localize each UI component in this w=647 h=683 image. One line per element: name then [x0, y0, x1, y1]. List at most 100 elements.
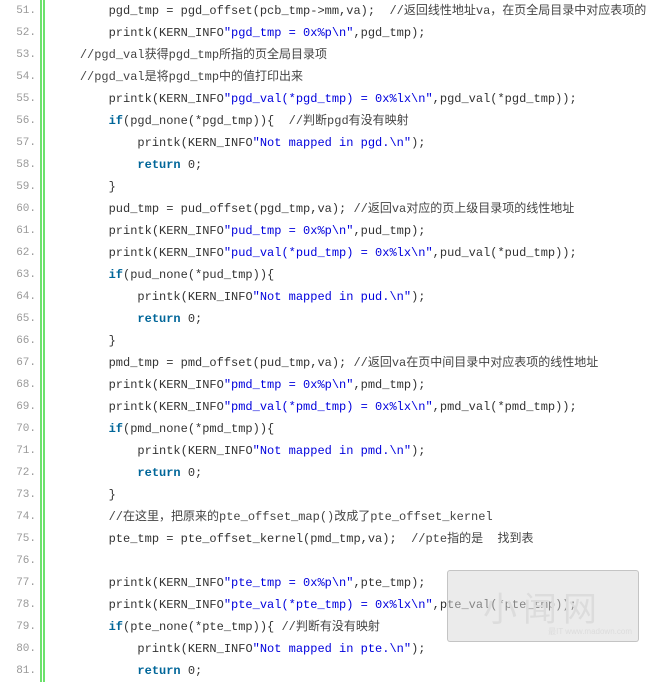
comment-token: //pgd_val获得pgd_tmp所指的页全局目录项 [80, 48, 327, 62]
line-number: 75. [0, 528, 36, 550]
code-line[interactable] [51, 550, 647, 572]
code-line[interactable]: printk(KERN_INFO"Not mapped in pgd.\n"); [51, 132, 647, 154]
line-number: 74. [0, 506, 36, 528]
code-line[interactable]: if(pgd_none(*pgd_tmp)){ //判断pgd有没有映射 [51, 110, 647, 132]
code-line[interactable]: printk(KERN_INFO"pte_tmp = 0x%p\n",pte_t… [51, 572, 647, 594]
code-token: printk(KERN_INFO [109, 224, 224, 238]
code-token: printk(KERN_INFO [109, 246, 224, 260]
code-token: (pgd_none(*pgd_tmp)){ [123, 114, 289, 128]
keyword-token: return [137, 466, 180, 480]
code-line[interactable]: } [51, 484, 647, 506]
keyword-token: if [109, 268, 123, 282]
code-line[interactable]: } [51, 176, 647, 198]
string-token: "Not mapped in pmd.\n" [253, 444, 411, 458]
code-token: ); [411, 444, 425, 458]
code-line[interactable]: printk(KERN_INFO"Not mapped in pmd.\n"); [51, 440, 647, 462]
code-line[interactable]: return 0; [51, 660, 647, 682]
code-line[interactable]: printk(KERN_INFO"pgd_tmp = 0x%p\n",pgd_t… [51, 22, 647, 44]
keyword-token: return [137, 312, 180, 326]
string-token: "Not mapped in pte.\n" [253, 642, 411, 656]
line-number: 64. [0, 286, 36, 308]
line-number: 78. [0, 594, 36, 616]
code-line[interactable]: printk(KERN_INFO"pud_tmp = 0x%p\n",pud_t… [51, 220, 647, 242]
code-token: printk(KERN_INFO [109, 378, 224, 392]
code-token: ,pmd_tmp); [353, 378, 425, 392]
code-token: ,pud_tmp); [353, 224, 425, 238]
code-line[interactable]: if(pte_none(*pte_tmp)){ //判断有没有映射 [51, 616, 647, 638]
code-token: 0; [181, 664, 203, 678]
code-line[interactable]: printk(KERN_INFO"pmd_val(*pmd_tmp) = 0x%… [51, 396, 647, 418]
line-number: 59. [0, 176, 36, 198]
string-token: "pte_val(*pte_tmp) = 0x%lx\n" [224, 598, 433, 612]
string-token: "pud_val(*pud_tmp) = 0x%lx\n" [224, 246, 433, 260]
code-line[interactable]: //pgd_val获得pgd_tmp所指的页全局目录项 [51, 44, 647, 66]
code-token: printk(KERN_INFO [109, 26, 224, 40]
line-number: 77. [0, 572, 36, 594]
line-number: 58. [0, 154, 36, 176]
line-number: 65. [0, 308, 36, 330]
code-line[interactable]: if(pmd_none(*pmd_tmp)){ [51, 418, 647, 440]
string-token: "Not mapped in pud.\n" [253, 290, 411, 304]
string-token: "pud_tmp = 0x%p\n" [224, 224, 354, 238]
string-token: "pmd_val(*pmd_tmp) = 0x%lx\n" [224, 400, 433, 414]
code-token: pgd_tmp = pgd_offset(pcb_tmp->mm,va); [109, 4, 390, 18]
keyword-token: return [137, 664, 180, 678]
line-number: 79. [0, 616, 36, 638]
code-token: } [109, 334, 116, 348]
code-editor: 51.52.53.54.55.56.57.58.59.60.61.62.63.6… [0, 0, 647, 682]
comment-token: //pte指的是 找到表 [411, 532, 533, 546]
keyword-token: if [109, 620, 123, 634]
code-line[interactable]: pmd_tmp = pmd_offset(pud_tmp,va); //返回va… [51, 352, 647, 374]
line-number: 72. [0, 462, 36, 484]
code-token: ,pmd_val(*pmd_tmp)); [433, 400, 577, 414]
code-line[interactable]: return 0; [51, 154, 647, 176]
line-number: 71. [0, 440, 36, 462]
line-number: 54. [0, 66, 36, 88]
keyword-token: if [109, 422, 123, 436]
comment-token: //在这里，把原来的pte_offset_map()改成了pte_offset_… [109, 510, 493, 524]
comment-token: //pgd_val是将pgd_tmp中的值打印出来 [80, 70, 303, 84]
code-line[interactable]: printk(KERN_INFO"Not mapped in pte.\n"); [51, 638, 647, 660]
code-token: ,pud_val(*pud_tmp)); [433, 246, 577, 260]
line-number: 76. [0, 550, 36, 572]
code-line[interactable]: printk(KERN_INFO"Not mapped in pud.\n"); [51, 286, 647, 308]
code-token: } [109, 488, 116, 502]
line-number: 70. [0, 418, 36, 440]
code-line[interactable]: printk(KERN_INFO"pte_val(*pte_tmp) = 0x%… [51, 594, 647, 616]
code-line[interactable]: if(pud_none(*pud_tmp)){ [51, 264, 647, 286]
code-area[interactable]: pgd_tmp = pgd_offset(pcb_tmp->mm,va); //… [43, 0, 647, 682]
code-token: ,pgd_tmp); [353, 26, 425, 40]
code-line[interactable]: //在这里，把原来的pte_offset_map()改成了pte_offset_… [51, 506, 647, 528]
line-number: 68. [0, 374, 36, 396]
code-token: printk(KERN_INFO [137, 444, 252, 458]
line-number: 52. [0, 22, 36, 44]
code-line[interactable]: return 0; [51, 308, 647, 330]
code-line[interactable]: //pgd_val是将pgd_tmp中的值打印出来 [51, 66, 647, 88]
string-token: "Not mapped in pgd.\n" [253, 136, 411, 150]
comment-token: //判断pgd有没有映射 [289, 114, 409, 128]
line-number: 69. [0, 396, 36, 418]
code-token: ); [411, 290, 425, 304]
code-line[interactable]: } [51, 330, 647, 352]
code-token: pud_tmp = pud_offset(pgd_tmp,va); [109, 202, 354, 216]
line-number: 55. [0, 88, 36, 110]
code-line[interactable]: pud_tmp = pud_offset(pgd_tmp,va); //返回va… [51, 198, 647, 220]
code-line[interactable]: pte_tmp = pte_offset_kernel(pmd_tmp,va);… [51, 528, 647, 550]
code-line[interactable]: pgd_tmp = pgd_offset(pcb_tmp->mm,va); //… [51, 0, 647, 22]
code-line[interactable]: return 0; [51, 462, 647, 484]
code-token: pmd_tmp = pmd_offset(pud_tmp,va); [109, 356, 354, 370]
code-line[interactable]: printk(KERN_INFO"pmd_tmp = 0x%p\n",pmd_t… [51, 374, 647, 396]
code-token: (pud_none(*pud_tmp)){ [123, 268, 274, 282]
code-token: ,pte_val(*pte_tmp)); [433, 598, 577, 612]
comment-token: //返回va对应的页上级目录项的线性地址 [353, 202, 574, 216]
code-line[interactable]: printk(KERN_INFO"pgd_val(*pgd_tmp) = 0x%… [51, 88, 647, 110]
code-token: printk(KERN_INFO [109, 400, 224, 414]
line-number: 62. [0, 242, 36, 264]
code-line[interactable]: printk(KERN_INFO"pud_val(*pud_tmp) = 0x%… [51, 242, 647, 264]
line-number: 61. [0, 220, 36, 242]
code-token: } [109, 180, 116, 194]
line-number: 73. [0, 484, 36, 506]
line-number: 67. [0, 352, 36, 374]
code-token: if [109, 114, 123, 128]
code-token: printk(KERN_INFO [137, 290, 252, 304]
